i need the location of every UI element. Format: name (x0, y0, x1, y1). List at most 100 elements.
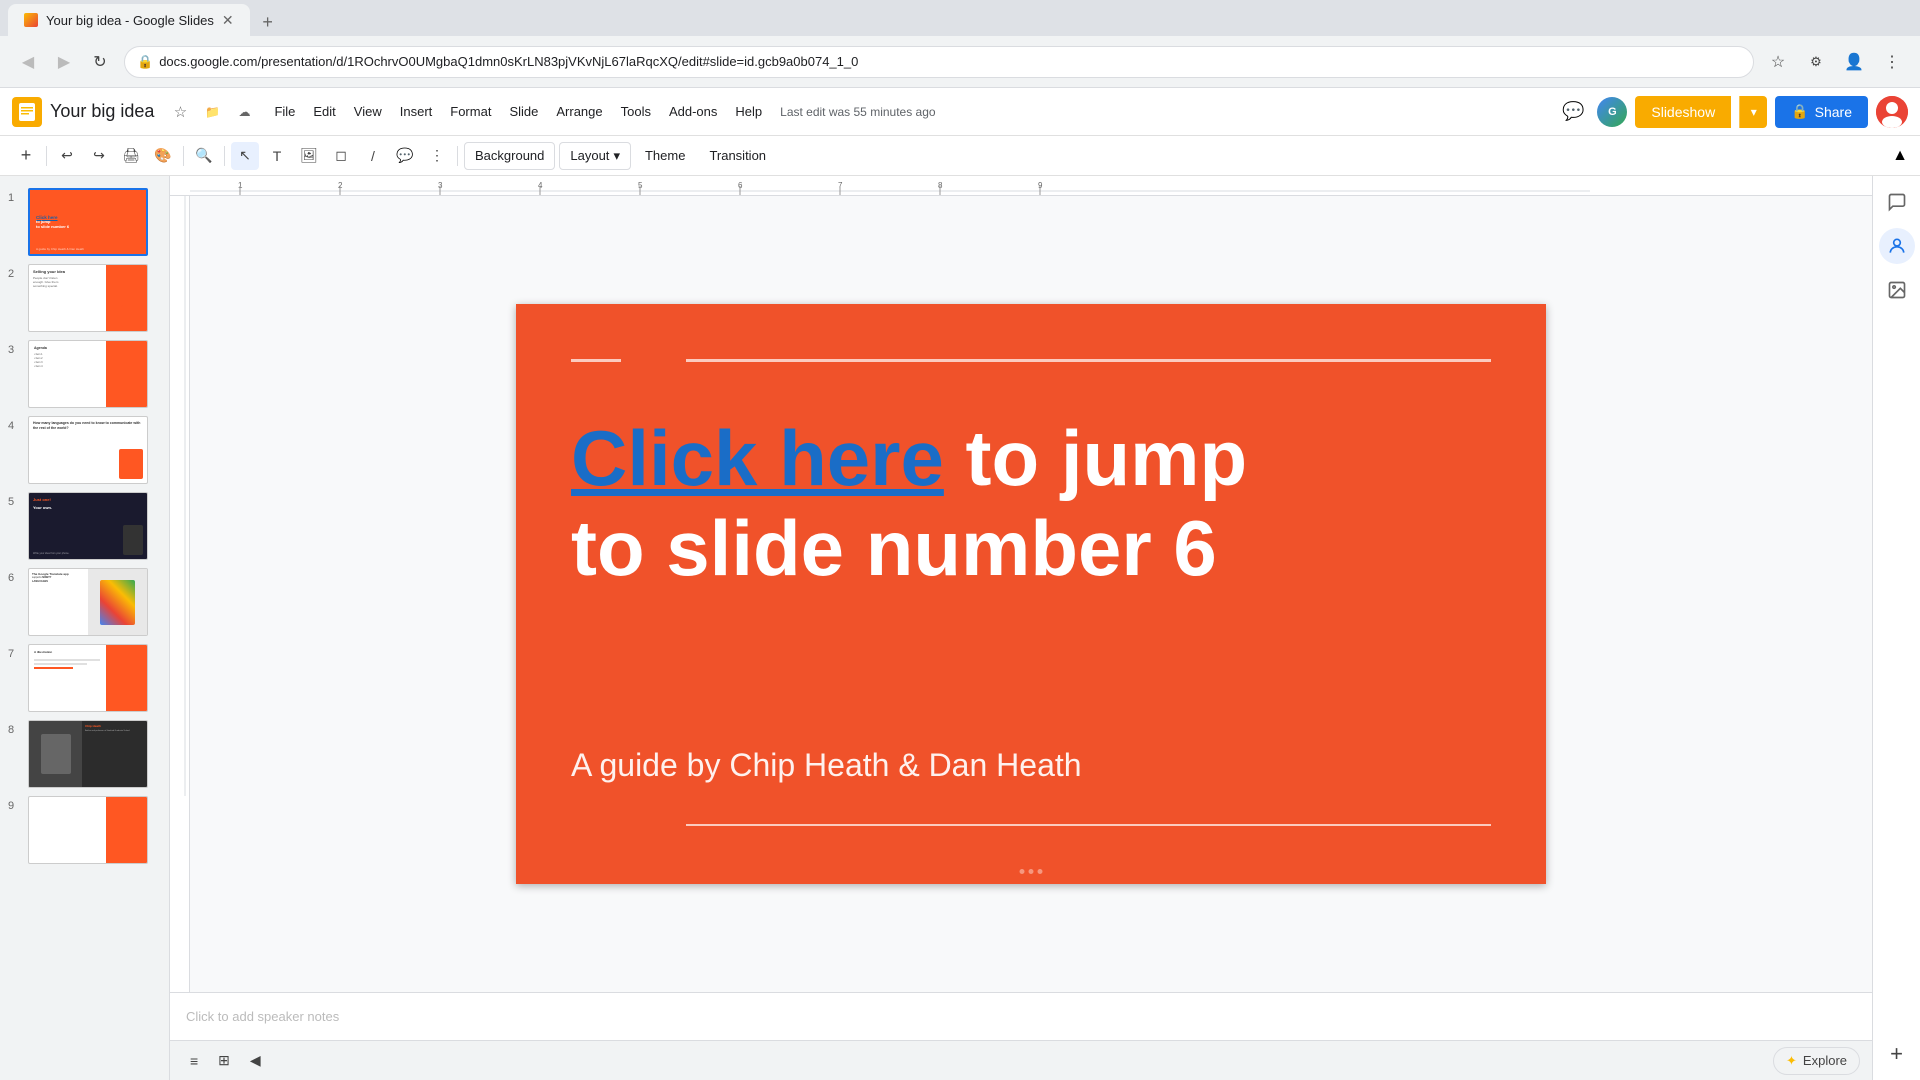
tab-close-btn[interactable]: ✕ (222, 12, 234, 29)
url-text: docs.google.com/presentation/d/1ROchrvO0… (159, 54, 858, 69)
menu-format[interactable]: Format (442, 100, 499, 123)
slide-thumbnail-5[interactable]: Just one! Your own. Write your idea from… (28, 492, 148, 560)
menu-view[interactable]: View (346, 100, 390, 123)
slide-thumbnail-7[interactable]: A illustration (28, 644, 148, 712)
slide-item-5[interactable]: 5 Just one! Your own. Write your idea fr… (0, 488, 169, 564)
browser-tab-bar: Your big idea - Google Slides ✕ + (0, 0, 1920, 36)
menu-tools[interactable]: Tools (613, 100, 659, 123)
slide-thumbnail-3[interactable]: Agenda • Item 1 • Item 2 • Item 3 • Item… (28, 340, 148, 408)
slideshow-dropdown-button[interactable]: ▾ (1739, 96, 1767, 128)
slide-link-text[interactable]: Click here (571, 414, 944, 502)
add-button[interactable]: + (12, 142, 40, 170)
app-header: Your big idea ☆ 📁 ☁ File Edit View Inser… (0, 88, 1920, 136)
tab-favicon (24, 13, 38, 27)
slide-thumbnail-9[interactable] (28, 796, 148, 864)
refresh-button[interactable]: ↻ (84, 46, 116, 78)
collapse-panel-button[interactable]: ◀ (242, 1047, 269, 1075)
filmstrip-view-button[interactable]: ≡ (182, 1047, 206, 1075)
paint-format-button[interactable]: 🎨 (149, 142, 177, 170)
slide-item-7[interactable]: 7 A illustration (0, 640, 169, 716)
toolbar-collapse-btn[interactable]: ▲ (1892, 147, 1908, 165)
undo-button[interactable]: ↩ (53, 142, 81, 170)
slide-item-9[interactable]: 9 (0, 792, 169, 868)
slide-thumbnail-1[interactable]: Click here to jumpto slide number 6 A gu… (28, 188, 148, 256)
header-actions: 💬 G Slideshow ▾ 🔒 Share (1557, 96, 1908, 128)
cloud-save-button[interactable]: ☁ (230, 98, 258, 126)
explore-button[interactable]: ✦ Explore (1773, 1047, 1860, 1075)
menu-insert[interactable]: Insert (392, 100, 441, 123)
slide-number-8: 8 (8, 720, 22, 736)
slide-thumbnail-2[interactable]: Selling your Idea People don't listeneno… (28, 264, 148, 332)
menu-slide[interactable]: Slide (501, 100, 546, 123)
view-controls: ≡ ⊞ ◀ (182, 1047, 269, 1075)
slide-item-4[interactable]: 4 How many languages do you need to know… (0, 412, 169, 488)
slide-number-9: 9 (8, 796, 22, 812)
slide-item-6[interactable]: 6 The Google Translate app supports NINE… (0, 564, 169, 640)
slide-item-1[interactable]: 1 Click here to jumpto slide number 6 A … (0, 184, 169, 260)
menu-addons[interactable]: Add-ons (661, 100, 725, 123)
slide-thumbnail-6[interactable]: The Google Translate app supports NINETY… (28, 568, 148, 636)
slide-main-text: to jump (944, 414, 1247, 502)
bookmark-button[interactable]: ☆ (1762, 46, 1794, 78)
notes-placeholder: Click to add speaker notes (186, 1009, 339, 1024)
extension-button[interactable]: ⚙ (1800, 46, 1832, 78)
sidebar-media-button[interactable] (1879, 272, 1915, 308)
print-button[interactable]: 🖨 (117, 142, 145, 170)
star-button[interactable]: ☆ (166, 98, 194, 126)
profile-avatar[interactable] (1876, 96, 1908, 128)
ruler-horizontal: 1 2 3 4 5 6 7 8 9 (170, 176, 1872, 196)
account-button[interactable]: 👤 (1838, 46, 1870, 78)
transition-button[interactable]: Transition (699, 142, 776, 170)
browser-tab[interactable]: Your big idea - Google Slides ✕ (8, 4, 250, 36)
slide-item-2[interactable]: 2 Selling your Idea People don't listene… (0, 260, 169, 336)
redo-button[interactable]: ↪ (85, 142, 113, 170)
sidebar-add-button[interactable]: + (1879, 1036, 1915, 1072)
comment-tool-button[interactable]: 💬 (391, 142, 419, 170)
address-bar[interactable]: 🔒 docs.google.com/presentation/d/1ROchrv… (124, 46, 1754, 78)
more-button[interactable]: ⋮ (1876, 46, 1908, 78)
text-tool-button[interactable]: T (263, 142, 291, 170)
menu-file[interactable]: File (266, 100, 303, 123)
slideshow-button[interactable]: Slideshow (1635, 96, 1731, 128)
notes-area[interactable]: Click to add speaker notes (170, 992, 1872, 1040)
slide-number-7: 7 (8, 644, 22, 660)
more-tools-button[interactable]: ⋮ (423, 142, 451, 170)
sidebar-activity-button[interactable] (1879, 228, 1915, 264)
shape-tool-button[interactable]: ◻ (327, 142, 355, 170)
app-title: Your big idea (50, 101, 154, 122)
theme-button[interactable]: Theme (635, 142, 695, 170)
slide-canvas[interactable]: Click here to jump to slide number 6 A g… (516, 304, 1546, 884)
slide-item-3[interactable]: 3 Agenda • Item 1 • Item 2 • Item 3 • It… (0, 336, 169, 412)
explore-label: Explore (1803, 1053, 1847, 1068)
zoom-button[interactable]: 🔍 (190, 142, 218, 170)
grid-view-button[interactable]: ⊞ (210, 1047, 238, 1075)
menu-arrange[interactable]: Arrange (548, 100, 610, 123)
line-tool-button[interactable]: / (359, 142, 387, 170)
forward-button[interactable]: ▶ (48, 46, 80, 78)
slide-item-8[interactable]: 8 Chip Heath Author and professor at Sta… (0, 716, 169, 792)
canvas-and-ruler: Click here to jump to slide number 6 A g… (170, 196, 1872, 992)
comments-button[interactable]: 💬 (1557, 96, 1589, 128)
image-tool-button[interactable]: 🖼 (295, 142, 323, 170)
menu-help[interactable]: Help (727, 100, 770, 123)
slide-thumbnail-4[interactable]: How many languages do you need to know t… (28, 416, 148, 484)
layout-button[interactable]: Layout ▾ (559, 142, 631, 170)
slides-panel[interactable]: 1 Click here to jumpto slide number 6 A … (0, 176, 170, 1080)
new-tab-button[interactable]: + (254, 8, 282, 36)
add-icon: + (1890, 1041, 1903, 1067)
menu-edit[interactable]: Edit (305, 100, 343, 123)
editor-area: 1 2 3 4 5 6 7 8 9 (170, 176, 1872, 1080)
google-slides-logo (12, 97, 42, 127)
share-button[interactable]: 🔒 Share (1775, 96, 1868, 128)
editor-main: 1 2 3 4 5 6 7 8 9 (170, 176, 1920, 1080)
right-sidebar: + (1872, 176, 1920, 1080)
slide-thumbnail-8[interactable]: Chip Heath Author and professor at Stanf… (28, 720, 148, 788)
cursor-tool-button[interactable]: ↖ (231, 142, 259, 170)
sidebar-comments-button[interactable] (1879, 184, 1915, 220)
back-button[interactable]: ◀ (12, 46, 44, 78)
move-to-drive-button[interactable]: 📁 (198, 98, 226, 126)
slide-canvas-wrapper[interactable]: Click here to jump to slide number 6 A g… (190, 196, 1872, 992)
background-button[interactable]: Background (464, 142, 555, 170)
tab-title: Your big idea - Google Slides (46, 13, 214, 28)
title-icons: ☆ 📁 ☁ (166, 98, 258, 126)
